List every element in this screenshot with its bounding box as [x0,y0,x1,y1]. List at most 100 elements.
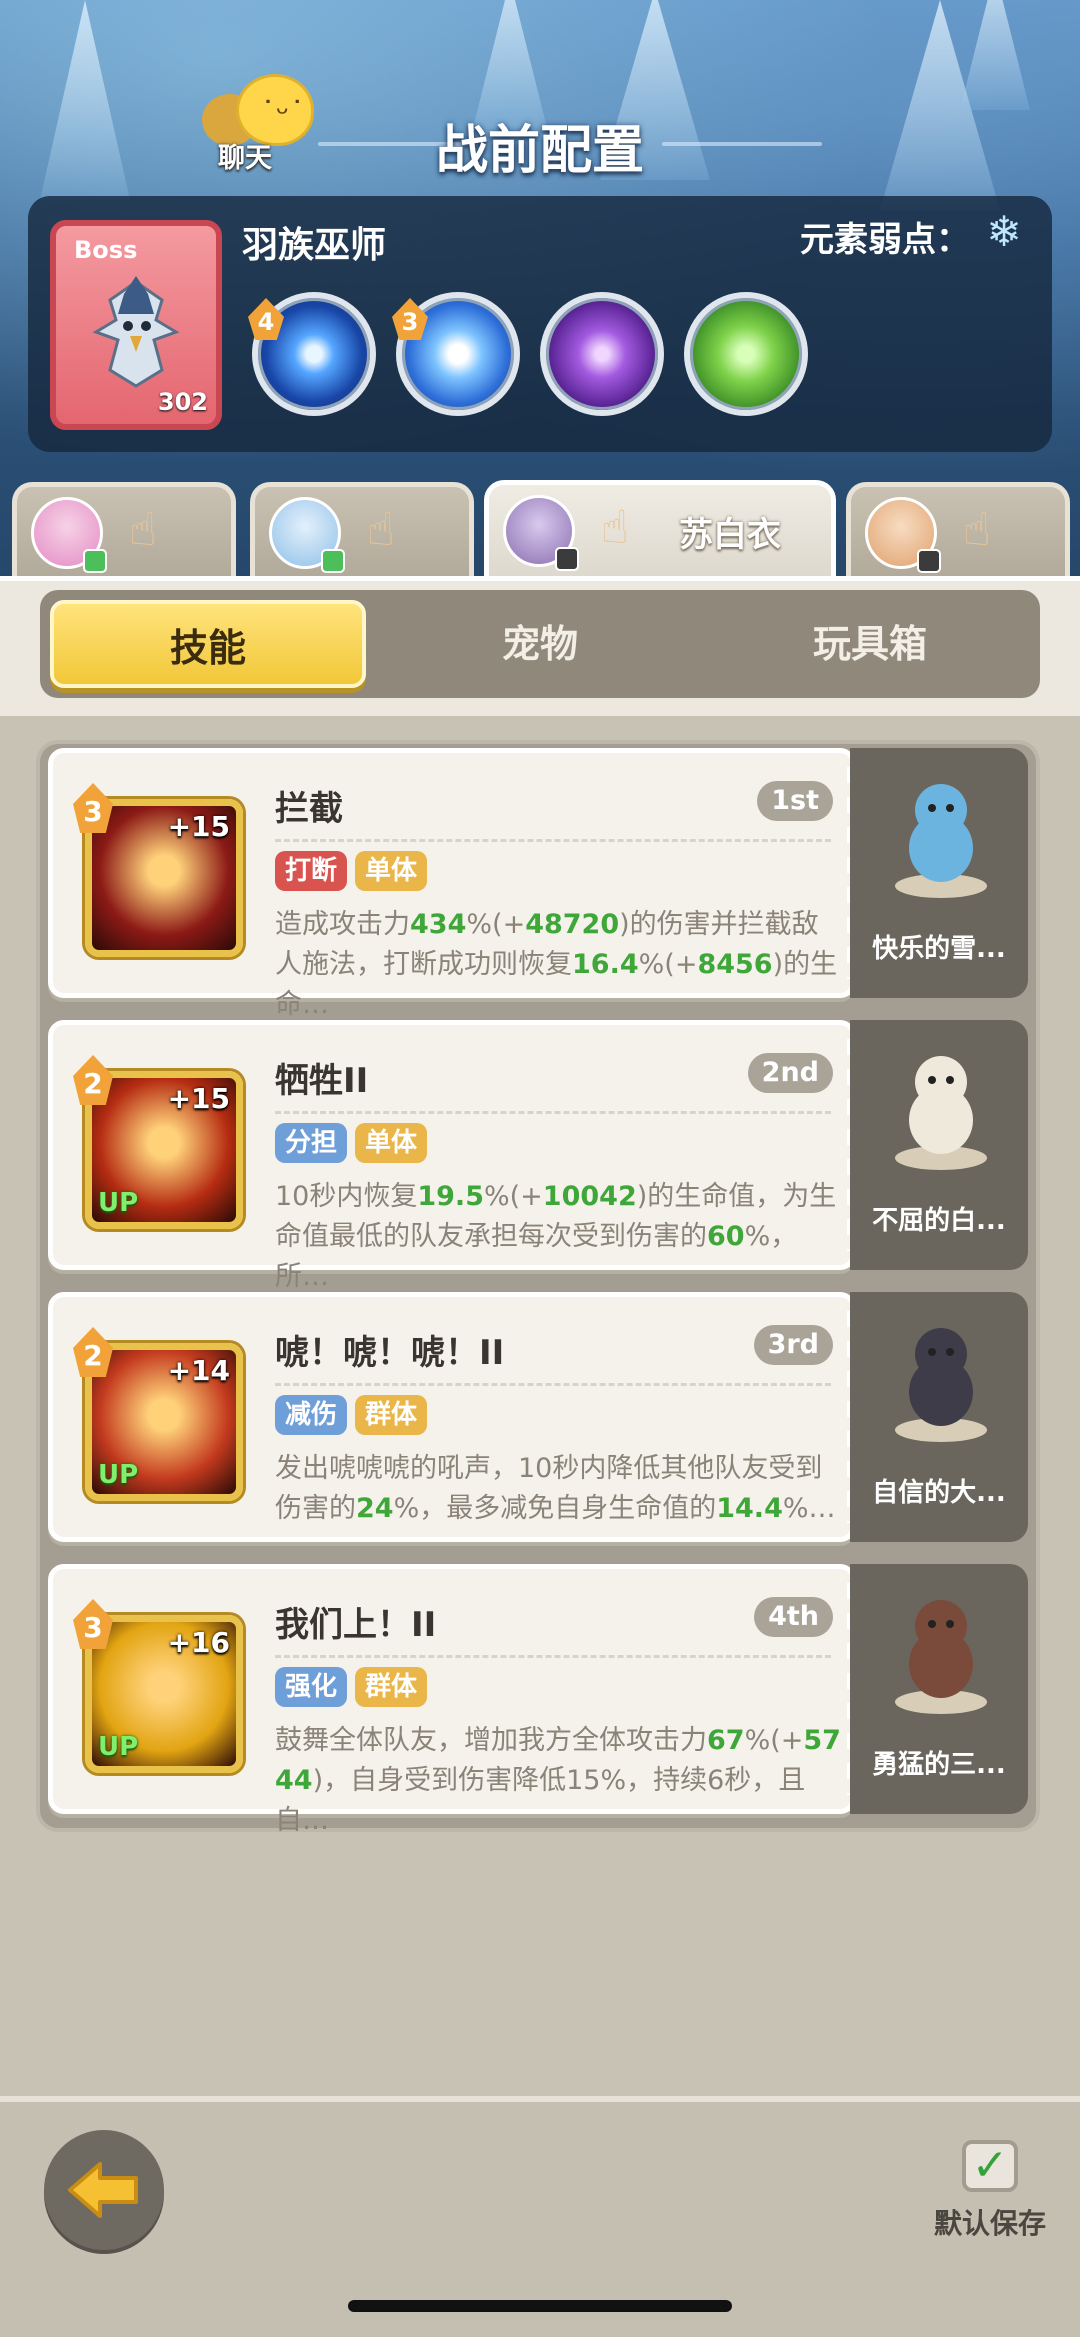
element-weakness-label: 元素弱点： [800,220,970,260]
boss-skill-orb-4[interactable] [684,292,808,416]
pet-slot[interactable]: 自信的大... [850,1292,1028,1542]
skill-upgrade-badge: UP [98,1460,139,1490]
skill-bonus: +15 [167,810,230,843]
skill-tag: 群体 [355,1667,428,1707]
home-indicator [348,2300,732,2312]
ready-badge-icon [321,549,345,573]
section-tab-bar: 技能 宠物 玩具箱 [40,590,1040,698]
pet-slot[interactable]: 快乐的雪... [850,748,1028,998]
hero-name: 苏白衣 [679,515,781,555]
pet-slot[interactable]: 不屈的白... [850,1020,1028,1270]
highlight-value: 434 [410,909,467,940]
skill-card[interactable]: +15 UP 2 牺牲II 2nd 分担 单体 10秒内恢复19.5%(+10042)的生命值… [48,1020,867,1292]
highlight-value: 19.5 [417,1181,484,1212]
pet-figure-icon [895,1056,987,1170]
skill-icon: +14 UP [85,1343,243,1501]
skill-description: 10秒内恢复19.5%(+10042)的生命值，为生命值最低的队友承担每次受到伤… [275,1177,841,1297]
divider [275,1111,831,1114]
pet-figure-icon [895,1600,987,1714]
skill-tag: 分担 [275,1123,348,1163]
skill-order-badge: 2nd [747,1053,833,1093]
back-button[interactable] [44,2130,164,2250]
skill-tag: 群体 [355,1395,428,1435]
boss-skill-orb-3[interactable] [540,292,664,416]
skill-bonus: +15 [167,1082,230,1115]
skill-level-badge: 3 [73,1599,113,1649]
skill-card[interactable]: +15 3 拦截 1st 打断 单体 造成攻击力434%(+48720)的伤害并拦截敌人施法… [48,748,867,1020]
highlight-value: 10042 [542,1181,637,1212]
description-text: 造成攻击力 [275,909,410,940]
description-text: 10秒内恢复 [275,1181,418,1212]
skill-tag: 打断 [275,851,348,891]
boss-portrait[interactable]: Boss 302 [50,220,222,430]
bird-wizard-icon [92,276,180,388]
back-arrow-icon [68,2162,138,2218]
default-save-label: 默认保存 [933,2207,1046,2240]
locked-badge-icon [917,549,941,573]
tap-hand-icon: ☝ [601,500,630,554]
skill-level-badge: 2 [73,1055,113,1105]
skill-order-badge: 1st [757,781,833,821]
skill-icon: +15 [85,799,243,957]
hero-tab-4[interactable]: ☝ [846,482,1070,582]
default-save-toggle[interactable]: ✓ 默认保存 [930,2140,1050,2260]
skill-icon: +15 UP [85,1071,243,1229]
skill-name: 我们上！II [275,1605,437,1645]
highlight-value: 60 [707,1221,745,1252]
highlight-value: 16.4 [572,949,639,980]
skill-order-badge: 3rd [753,1325,833,1365]
skill-card[interactable]: +16 UP 3 我们上！II 4th 强化 群体 鼓舞全体队友，增加我方全体攻击力67%(+… [48,1564,867,1836]
skill-level-badge: 3 [73,783,113,833]
pet-slot[interactable]: 勇猛的三... [850,1564,1028,1814]
highlight-value: 67 [707,1725,745,1756]
tap-hand-icon: ☝ [963,502,992,556]
skill-tag: 单体 [355,851,428,891]
description-text: %(+ [744,1725,804,1756]
boss-name: 羽族巫师 [242,225,387,266]
skill-card[interactable]: +14 UP 2 唬！唬！唬！II 3rd 减伤 群体 发出唬唬唬的吼声，10秒内降低其他队友… [48,1292,867,1542]
skill-level-badge: 2 [73,1327,113,1377]
skill-tag: 强化 [275,1667,348,1707]
highlight-value: 8456 [697,949,773,980]
skill-upgrade-badge: UP [98,1732,139,1762]
skill-description: 造成攻击力434%(+48720)的伤害并拦截敌人施法，打断成功则恢复16.4%… [275,905,841,1025]
description-text: %… [782,1493,836,1524]
skill-bonus: +16 [167,1626,230,1659]
tap-hand-icon: ☝ [129,502,158,556]
divider [275,839,831,842]
tab-skills[interactable]: 技能 [50,600,366,688]
pet-figure-icon [895,1328,987,1442]
pet-name: 自信的大... [872,1478,1006,1508]
tap-hand-icon: ☝ [367,502,396,556]
skill-name: 唬！唬！唬！II [275,1333,505,1373]
skill-name: 牺牲II [275,1061,369,1101]
hero-tab-1[interactable]: ☝ [12,482,236,582]
boss-level: 302 [157,388,208,416]
skill-description: 发出唬唬唬的吼声，10秒内降低其他队友受到伤害的24%，最多减免自身生命值的14… [275,1449,841,1569]
boss-info-panel: Boss 302 羽族巫师 元素弱点： ❄ 4 3 [28,196,1052,452]
tab-pets[interactable]: 宠物 [382,600,698,688]
pet-figure-icon [895,784,987,898]
skill-name: 拦截 [275,789,343,829]
highlight-value: 14.4 [716,1493,783,1524]
tab-toy-box[interactable]: 玩具箱 [712,600,1028,688]
description-text: %(+ [638,949,698,980]
pet-name: 快乐的雪... [872,934,1006,964]
highlight-value: 48720 [525,909,620,940]
description-text: %，最多减免自身生命值的 [393,1493,717,1524]
ready-badge-icon [83,549,107,573]
divider [275,1383,831,1386]
skill-description: 鼓舞全体队友，增加我方全体攻击力67%(+5744)，自身受到伤害降低15%，持… [275,1721,841,1841]
page-title: 战前配置 [435,121,644,181]
skill-icon: +16 UP [85,1615,243,1773]
description-text: 鼓舞全体队友，增加我方全体攻击力 [275,1725,707,1756]
locked-badge-icon [555,547,579,571]
skill-upgrade-badge: UP [98,1188,139,1218]
pet-name: 不屈的白... [872,1206,1006,1236]
skill-tag: 单体 [355,1123,428,1163]
hero-tab-2[interactable]: ☝ [250,482,474,582]
checkbox-checked-icon: ✓ [962,2140,1018,2192]
snowflake-icon: ❄ [986,207,1022,256]
boss-tag: Boss [74,236,138,264]
hero-tab-3[interactable]: ☝ 苏白衣 [484,480,836,584]
